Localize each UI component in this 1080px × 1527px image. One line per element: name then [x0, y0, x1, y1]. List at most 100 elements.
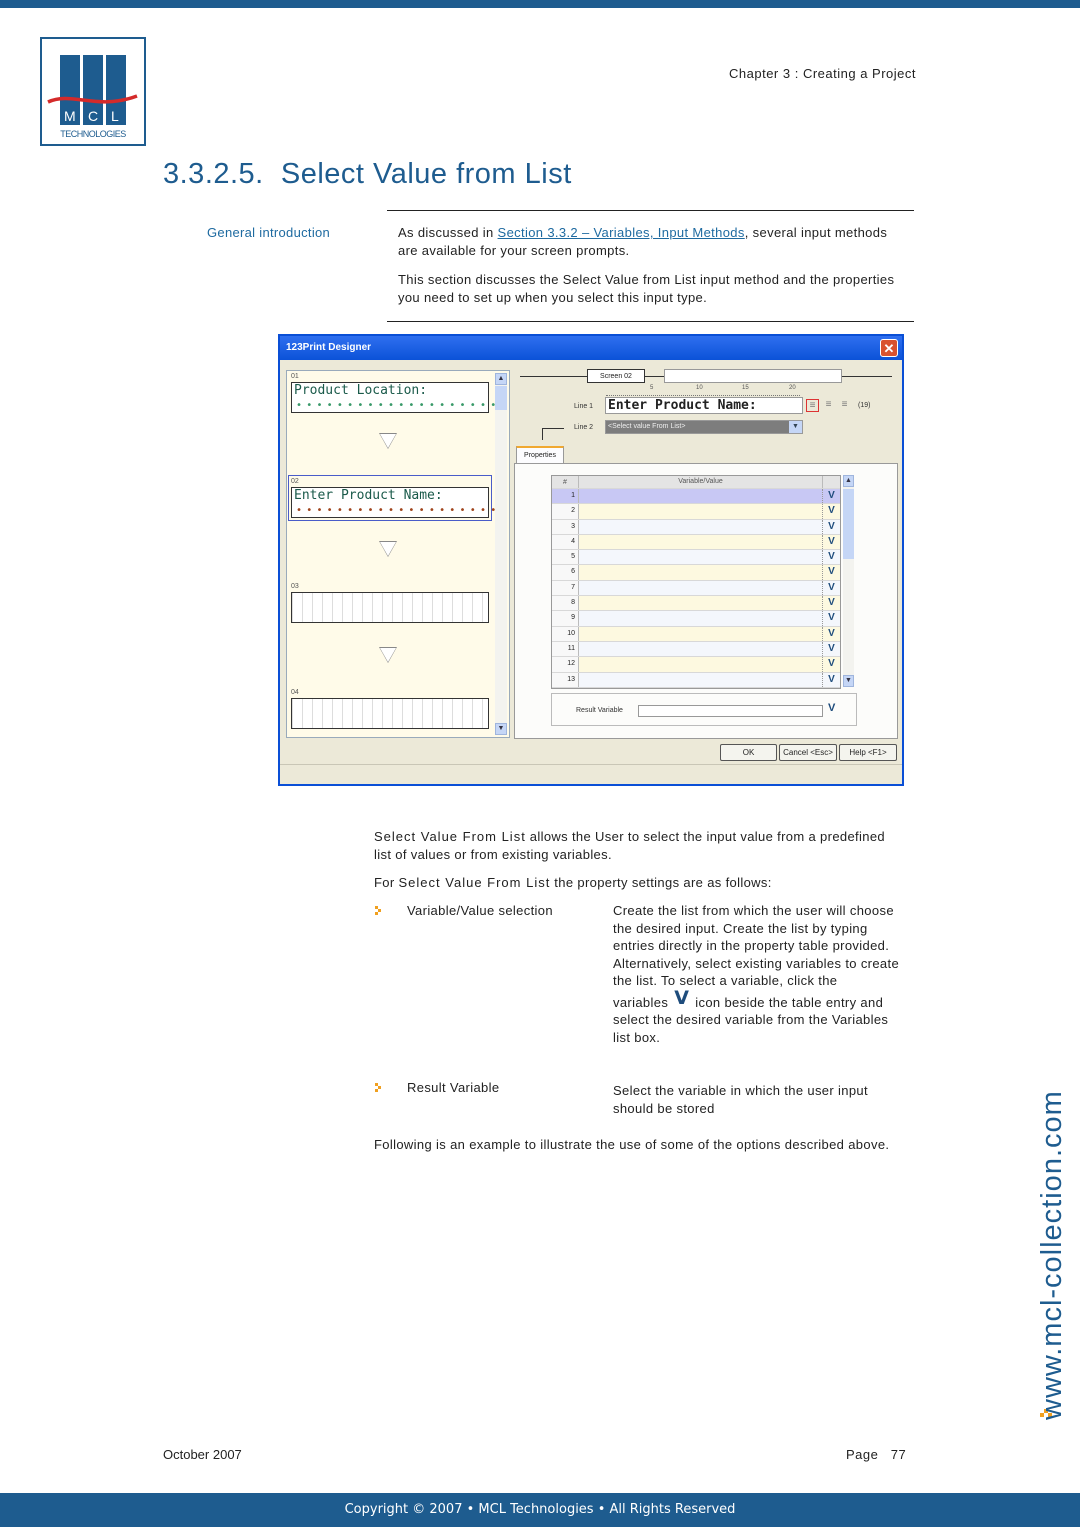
row-value-cell[interactable]: [579, 626, 822, 641]
table-row[interactable]: 12 V: [552, 657, 840, 673]
row-number: 9: [552, 611, 579, 626]
page-number: 77: [890, 1447, 907, 1462]
divider-top: [387, 210, 914, 211]
char-count: (19): [858, 402, 871, 409]
page-label: Page: [846, 1447, 879, 1462]
variables-icon[interactable]: V: [822, 504, 840, 519]
variables-icon[interactable]: V: [822, 519, 840, 534]
variables-icon[interactable]: V: [822, 672, 840, 687]
example-intro: Following is an example to illustrate th…: [374, 1137, 890, 1152]
screen-item-selected[interactable]: 02 Enter Product Name: •••••••••••••••••…: [288, 475, 496, 521]
row-value-cell[interactable]: [579, 641, 822, 657]
tab-properties[interactable]: Properties: [516, 446, 564, 464]
cancel-button[interactable]: Cancel <Esc>: [779, 744, 837, 761]
row-number: 12: [552, 657, 579, 672]
scroll-up-icon[interactable]: ▲: [495, 373, 507, 385]
align-right-icon[interactable]: ≡: [838, 399, 851, 412]
line1-label: Line 1: [574, 403, 594, 410]
row-value-cell[interactable]: [579, 596, 822, 611]
table-row[interactable]: 4V: [552, 534, 840, 551]
table-row[interactable]: 9V: [552, 611, 840, 627]
table-row[interactable]: 13 V: [552, 672, 840, 688]
ok-button[interactable]: OK: [720, 744, 777, 761]
table-row[interactable]: 11 V: [552, 641, 840, 658]
row-value-cell[interactable]: [579, 565, 822, 580]
row-number: 2: [552, 504, 579, 519]
row-number: 8: [552, 596, 579, 611]
chevron-down-icon[interactable]: ▼: [789, 421, 802, 433]
flow-arrow-icon: [379, 541, 397, 557]
row-number: 10: [552, 626, 579, 641]
screen-list-pane: 01 Product Location: •••••••••••••••••••…: [286, 370, 510, 738]
help-button[interactable]: Help <F1>: [839, 744, 897, 761]
table-row[interactable]: 3V: [552, 519, 840, 535]
variables-icon[interactable]: V: [822, 489, 840, 504]
align-left-icon[interactable]: ≡: [806, 399, 819, 412]
variables-icon[interactable]: V: [822, 580, 840, 596]
screen-lcd: [291, 698, 489, 729]
line2-label: Line 2: [574, 424, 594, 431]
screen-item[interactable]: 01 Product Location: •••••••••••••••••••…: [291, 373, 496, 413]
variables-icon[interactable]: V: [822, 534, 840, 550]
variables-icon[interactable]: V: [822, 596, 840, 611]
scroll-thumb[interactable]: [495, 386, 507, 410]
table-row[interactable]: 1V: [552, 489, 840, 505]
table-row[interactable]: 5V: [552, 550, 840, 566]
screen-lcd: [291, 592, 489, 623]
scroll-up-icon[interactable]: ▲: [843, 475, 854, 487]
table-row[interactable]: 6V: [552, 565, 840, 581]
table-row[interactable]: 7V: [552, 580, 840, 597]
variables-icon[interactable]: V: [828, 702, 835, 714]
row-value-cell[interactable]: [579, 611, 822, 626]
mcl-logo: M C L TECHNOLOGIES: [40, 37, 146, 146]
copyright-bar: Copyright © 2007 • MCL Technologies • Al…: [0, 1493, 1080, 1527]
row-value-cell[interactable]: [579, 489, 822, 504]
property-intro: For Select Value From List the property …: [374, 874, 904, 892]
row-value-cell[interactable]: [579, 519, 822, 534]
variables-icon[interactable]: V: [822, 657, 840, 672]
variables-icon[interactable]: V: [822, 565, 840, 580]
table-row[interactable]: 2V: [552, 504, 840, 520]
column-ruler: 5 10 15 20: [606, 385, 800, 396]
result-variable-input[interactable]: [638, 705, 823, 717]
term: Select Value From List: [398, 875, 551, 890]
screen-input-dots: ••••••••••••••••••••: [296, 505, 501, 516]
term: Select Value From List: [374, 829, 526, 844]
row-value-cell[interactable]: [579, 550, 822, 565]
flow-arrow-icon: [379, 433, 397, 449]
screen-list-scrollbar[interactable]: ▲ ▼: [495, 373, 507, 735]
section-link[interactable]: Section 3.3.2 – Variables, Input Methods: [498, 225, 745, 240]
intro-paragraph-2: This section discusses the Select Value …: [398, 272, 895, 305]
scroll-down-icon[interactable]: ▼: [495, 723, 507, 735]
row-value-cell[interactable]: [579, 534, 822, 550]
align-center-icon[interactable]: ≡: [822, 399, 835, 412]
screen-name-input[interactable]: [664, 369, 842, 383]
ruler-tick: 10: [696, 385, 703, 391]
screen-item[interactable]: 04: [291, 689, 489, 729]
row-value-cell[interactable]: [579, 504, 822, 519]
variables-icon[interactable]: V: [822, 626, 840, 641]
table-row[interactable]: 10 V: [552, 626, 840, 642]
row-value-cell[interactable]: [579, 580, 822, 596]
row-value-cell[interactable]: [579, 672, 822, 687]
text: variables: [613, 994, 669, 1010]
row-number: 7: [552, 580, 579, 596]
description-paragraph: Select Value From List allows the User t…: [374, 828, 904, 863]
variables-icon[interactable]: V: [822, 641, 840, 657]
scroll-thumb[interactable]: [843, 489, 854, 559]
scroll-down-icon[interactable]: ▼: [843, 675, 854, 687]
screen-lcd: Product Location: ••••••••••••••••••••: [291, 382, 496, 413]
variables-icon[interactable]: V: [822, 611, 840, 626]
screen-lcd: Enter Product Name: ••••••••••••••••••••: [291, 487, 496, 518]
connector-line: [842, 376, 892, 377]
row-value-cell[interactable]: [579, 657, 822, 672]
close-icon[interactable]: ✕: [880, 339, 898, 357]
line2-input-method-select[interactable]: <Select value From List> ▼: [605, 420, 803, 434]
variables-icon[interactable]: V: [822, 550, 840, 565]
table-scrollbar[interactable]: ▲ ▼: [843, 475, 854, 687]
row-number: 11: [552, 641, 579, 657]
table-row[interactable]: 8V: [552, 596, 840, 612]
line1-input[interactable]: Enter Product Name:: [605, 397, 803, 414]
window-title: 123Print Designer: [280, 336, 902, 360]
screen-item[interactable]: 03: [291, 583, 489, 623]
